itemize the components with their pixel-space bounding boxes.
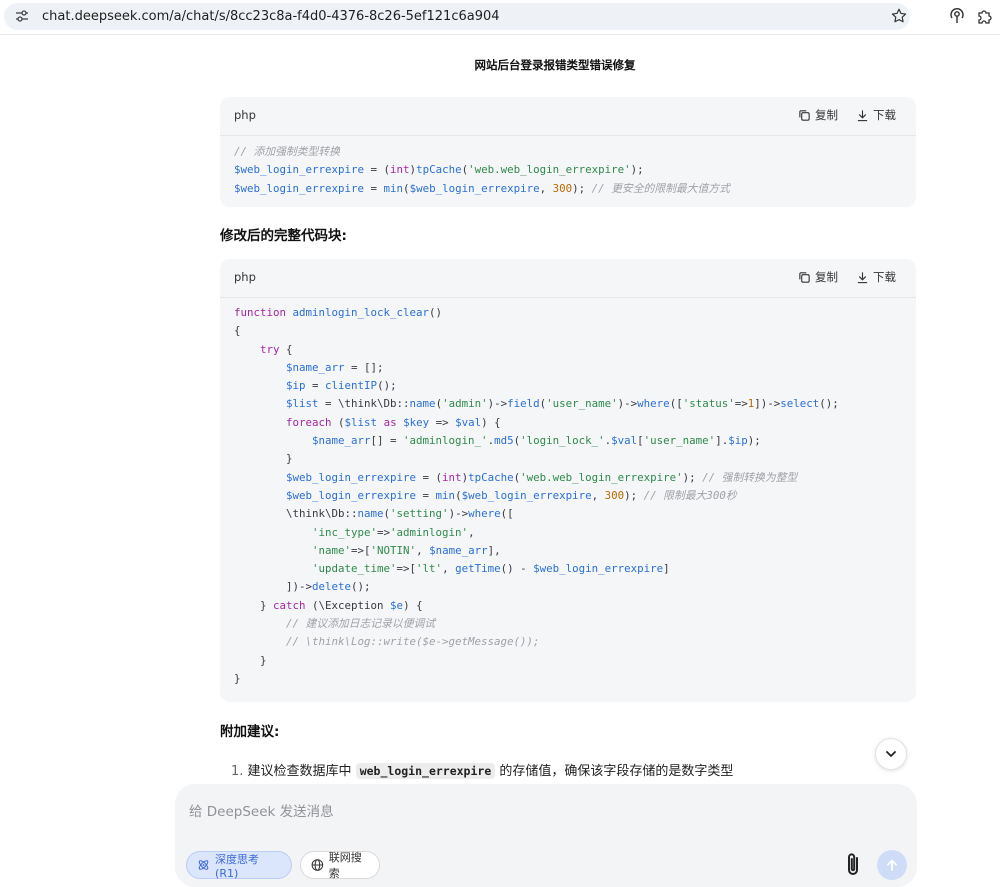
copy-label: 复制 (815, 108, 838, 122)
code-line: } (234, 452, 293, 466)
download-button[interactable]: 下载 (856, 107, 896, 123)
code-language: php (234, 108, 256, 122)
code-line: // 建议添加日志记录以便调试 (286, 617, 436, 631)
section-heading: 附加建议: (220, 724, 280, 740)
code-line: $list = \think\Db::name('admin')->field(… (286, 397, 839, 411)
chevron-down-icon (886, 751, 896, 757)
code-language: php (234, 270, 256, 284)
extension-icon[interactable] (948, 7, 966, 25)
list-text-before: 建议检查数据库中 (247, 764, 352, 779)
list-item: 1. 建议检查数据库中 web_login_errexpire 的存储值，确保该… (231, 760, 733, 779)
scroll-to-bottom-button[interactable] (875, 738, 907, 770)
copy-button[interactable]: 复制 (798, 269, 838, 285)
arrow-up-icon (887, 859, 897, 871)
atom-icon (198, 860, 209, 870)
code-line: function adminlogin_lock_clear() (234, 306, 443, 319)
code-content: function adminlogin_lock_clear(){ try { … (234, 304, 839, 688)
code-line: $web_login_errexpire = (int)tpCache('web… (286, 470, 798, 484)
browser-toolbar: chat.deepseek.com/a/chat/s/8cc23c8a-f4d0… (0, 0, 1000, 35)
web-search-label: 联网搜索 (328, 851, 362, 880)
code-block-1: php 复制 下载 // 添加强制类型转换 $web_login_errexpir… (220, 97, 916, 207)
code-line: } (234, 653, 267, 667)
code-line: $ip = clientIP(); (286, 379, 397, 393)
code-content: // 添加强制类型转换 $web_login_errexpire = (int)t… (234, 143, 730, 198)
code-line: } catch (\Exception $e) { (234, 598, 423, 612)
code-line: \think\Db::name('setting')->where([ (234, 507, 514, 521)
globe-icon (311, 859, 324, 871)
section-heading: 修改后的完整代码块: (220, 228, 347, 244)
download-label: 下载 (873, 270, 896, 284)
list-text-after: 的存储值，确保该字段存储的是数字类型 (499, 764, 734, 779)
copy-button[interactable]: 复制 (798, 107, 838, 123)
code-line: $name_arr = []; (286, 360, 384, 374)
code-line: { (234, 324, 241, 338)
url-text[interactable]: chat.deepseek.com/a/chat/s/8cc23c8a-f4d0… (42, 9, 500, 24)
code-line: // \think\Log::write($e->getMessage()); (286, 635, 540, 649)
list-number: 1. (231, 764, 244, 779)
inline-code: web_login_errexpire (355, 763, 496, 779)
download-button[interactable]: 下载 (856, 269, 896, 285)
code-block-header: php 复制 下载 (220, 259, 916, 298)
code-line: 'name'=>['NOTIN', $name_arr], (312, 543, 501, 557)
code-line: $name_arr[] = 'adminlogin_'.md5('login_l… (312, 434, 761, 448)
copy-icon (799, 271, 810, 283)
send-button[interactable] (877, 850, 907, 880)
extension-puzzle-icon[interactable] (976, 7, 994, 25)
chat-title: 网站后台登录报错类型错误修复 (474, 58, 636, 72)
code-line: // 添加强制类型转换 (234, 145, 340, 158)
code-line: 'inc_type'=>'adminlogin', (312, 525, 475, 539)
message-input[interactable]: 给 DeepSeek 发送消息 (189, 800, 334, 820)
code-line: foreach ($list as $key => $val) { (286, 415, 501, 429)
code-block-2: php 复制 下载 function adminlogin_lock_clear… (220, 259, 916, 702)
code-line: try { (260, 342, 293, 356)
code-block-header: php 复制 下载 (220, 97, 916, 136)
code-line: $web_login_errexpire = min($web_login_er… (234, 181, 730, 195)
star-icon[interactable] (890, 7, 908, 25)
deep-think-label: 深度思考 (R1) (215, 852, 260, 880)
code-line: 'update_time'=>['lt', getTime() - $web_l… (312, 562, 670, 576)
paperclip-icon[interactable] (842, 851, 866, 879)
copy-label: 复制 (815, 270, 838, 284)
copy-icon (799, 109, 810, 121)
code-line: ])->delete(); (234, 580, 371, 594)
code-line: } (234, 671, 241, 685)
code-line: $web_login_errexpire = (int)tpCache('web… (234, 163, 644, 177)
site-settings-icon[interactable] (15, 9, 29, 23)
address-bar[interactable]: chat.deepseek.com/a/chat/s/8cc23c8a-f4d0… (4, 3, 910, 30)
download-icon (857, 271, 868, 283)
web-search-toggle[interactable]: 联网搜索 (300, 851, 380, 880)
message-composer[interactable]: 给 DeepSeek 发送消息 深度思考 (R1) 联网搜索 (175, 784, 917, 887)
deep-think-toggle[interactable]: 深度思考 (R1) (186, 851, 292, 880)
download-label: 下载 (873, 108, 896, 122)
download-icon (857, 109, 868, 121)
code-line: $web_login_errexpire = min($web_login_er… (286, 488, 737, 502)
